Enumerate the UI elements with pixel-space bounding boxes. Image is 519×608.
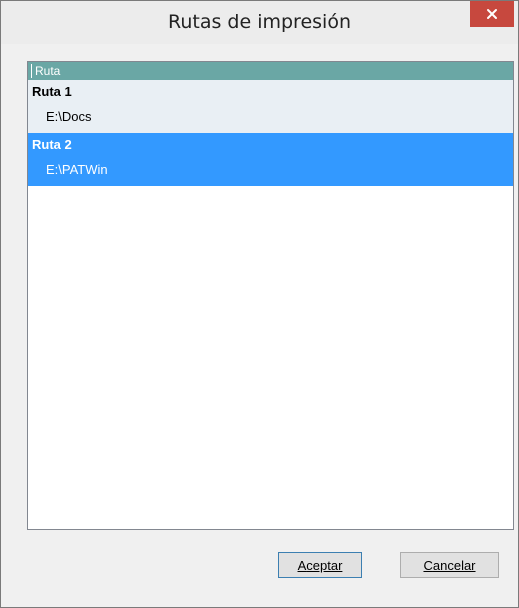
dialog-title: Rutas de impresión [168, 11, 351, 33]
accept-button-mnemonic: A [297, 557, 307, 573]
column-header-ruta[interactable]: Ruta [28, 62, 513, 80]
list-item[interactable]: Ruta 1 E:\Docs [28, 80, 513, 133]
cancel-button-mnemonic: C [423, 557, 433, 573]
column-separator [31, 64, 32, 78]
column-header-label: Ruta [35, 64, 61, 78]
cancel-button[interactable]: Cancelar [400, 552, 499, 578]
route-path: E:\Docs [46, 109, 92, 124]
dialog-window: Rutas de impresión Ruta Ruta 1 E:\Docs R… [0, 0, 519, 608]
route-name: Ruta 2 [32, 137, 72, 152]
routes-list[interactable]: Ruta Ruta 1 E:\Docs Ruta 2 E:\PATWin [27, 61, 514, 530]
close-button[interactable] [470, 1, 514, 27]
title-bar[interactable]: Rutas de impresión [1, 1, 518, 44]
dialog-body: Ruta Ruta 1 E:\Docs Ruta 2 E:\PATWin [12, 44, 518, 607]
accept-button-label: ceptar [306, 557, 343, 573]
route-path: E:\PATWin [46, 162, 108, 177]
route-name: Ruta 1 [32, 84, 72, 99]
list-item[interactable]: Ruta 2 E:\PATWin [28, 133, 513, 186]
close-icon [486, 8, 498, 20]
accept-button[interactable]: Aceptar [278, 552, 362, 578]
cancel-button-label: ancelar [432, 557, 476, 573]
